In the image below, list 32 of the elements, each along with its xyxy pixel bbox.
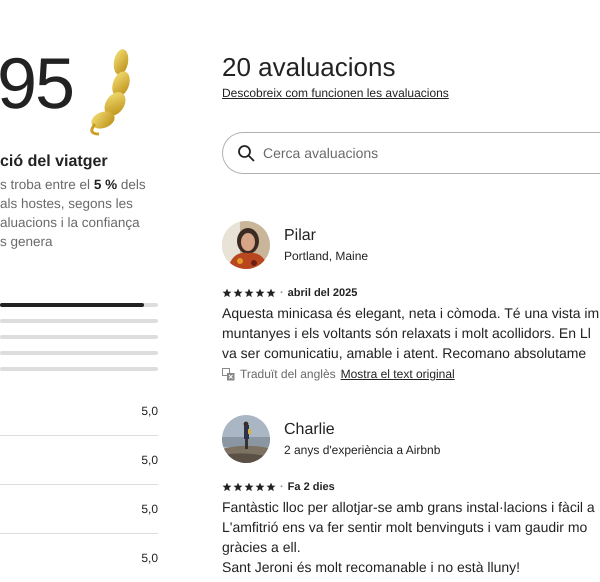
award-description: aluacions i la confiança: [0, 214, 141, 232]
award-description: s troba entre el 5 % dels: [0, 176, 147, 194]
reviewer-name: Charlie: [284, 421, 336, 439]
translate-icon: [222, 368, 235, 380]
search-icon: [237, 144, 255, 162]
category-rating: 5,0: [141, 404, 158, 418]
award-description: s genera: [0, 233, 54, 251]
translation-note: Traduït del anglès: [240, 367, 336, 381]
separator-dot: ·: [280, 481, 284, 493]
category-rating: 5,0: [141, 453, 158, 467]
reviewer-info: Portland, Maine: [284, 249, 368, 263]
review-text: Fantàstic lloc per allotjar-se amb grans instal·lacions i fàcil a: [222, 498, 596, 517]
how-reviews-work-link[interactable]: Descobreix com funcionen les avaluacions: [222, 86, 449, 100]
review-text: L'amfitrió ens va fer sentir molt benvinguts i vam gaudir mo: [222, 518, 588, 537]
category-rating: 5,0: [141, 502, 158, 516]
review-text: Sant Jeroni és molt recomanable i no està lluny!: [222, 558, 522, 577]
review-date: abril del 2025: [288, 287, 358, 299]
reviews-title: 20 avaluacions: [222, 51, 396, 84]
show-original-link[interactable]: Mostra el text original: [340, 367, 455, 381]
review-text: muntanyes i els voltants són relaxats i molt acollidors. En Ll: [222, 324, 592, 343]
review-text: gràcies a ell.: [222, 538, 302, 557]
category-rating: 5,0: [141, 551, 158, 565]
separator-dot: ·: [280, 287, 284, 299]
review-date: Fa 2 dies: [288, 481, 335, 493]
award-title: ció del viatger: [0, 153, 109, 171]
search-field[interactable]: Cerca avaluacions: [222, 132, 600, 174]
reviewer-name: Pilar: [284, 227, 318, 245]
reviewer-info: 2 anys d'experiència a Airbnb: [284, 443, 440, 457]
rating-score: 95: [0, 44, 74, 124]
review-text: Aquesta minicasa és elegant, neta i còmoda. Té una vista im: [222, 304, 600, 323]
review-text: va ser comunicatiu, amable i atent. Recomano absolutame: [222, 344, 588, 363]
award-description: als hostes, segons les: [0, 195, 134, 213]
